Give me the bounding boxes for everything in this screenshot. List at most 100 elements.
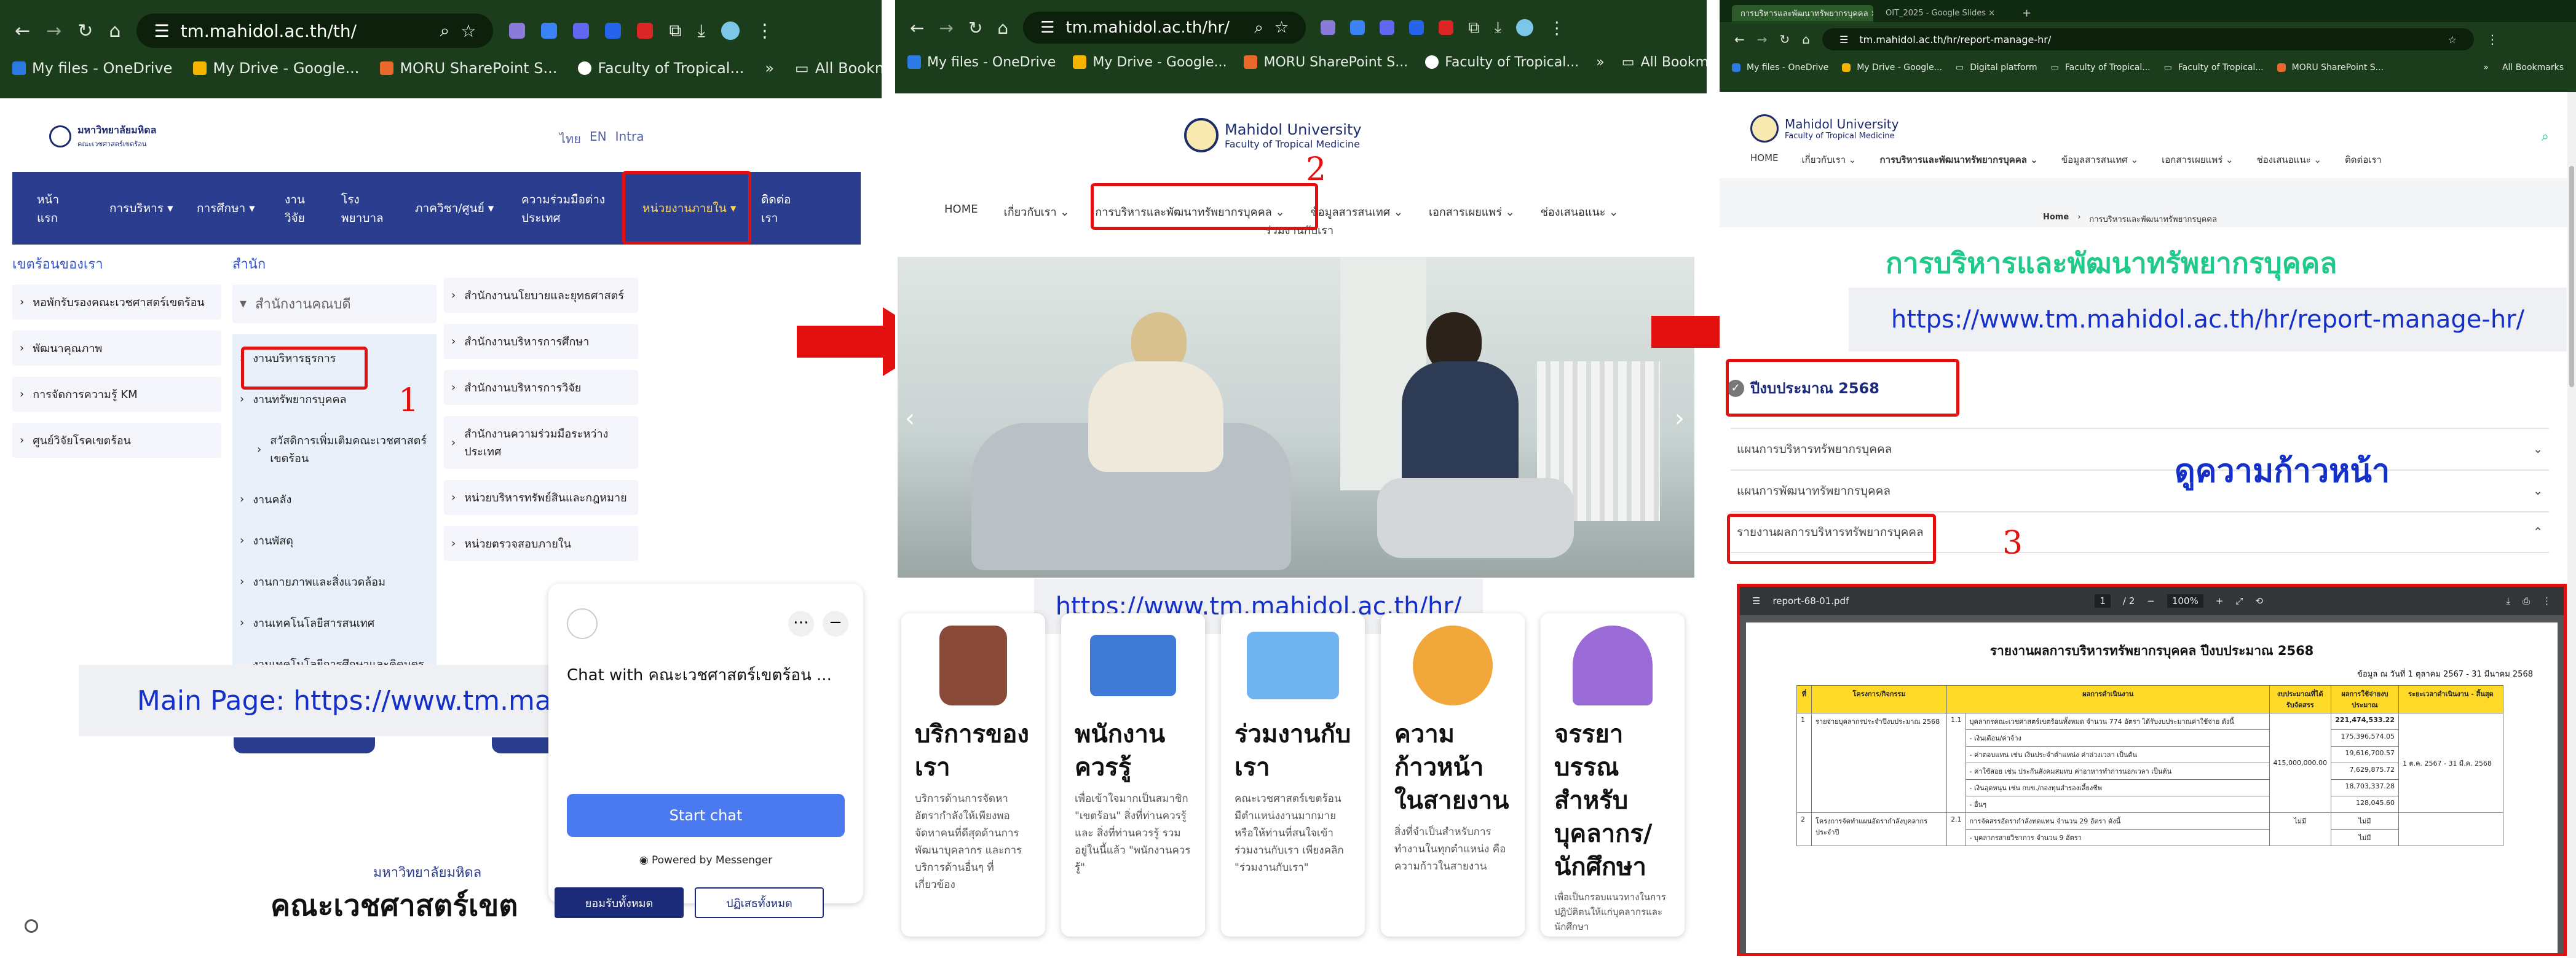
lang-th[interactable]: ไทย (559, 129, 581, 149)
dropdown-item[interactable]: › งานคลัง (232, 482, 437, 517)
download-icon[interactable]: ⤓ (697, 20, 705, 41)
cookie-settings-icon[interactable] (25, 919, 38, 933)
bookmark[interactable]: MORU SharePoint S... (1244, 55, 1408, 70)
more-icon[interactable]: ⋯ (788, 611, 814, 637)
dropdown-item[interactable]: › สำนักงานบริหารการวิจัย (444, 370, 638, 405)
address-bar[interactable]: ☰ tm.mahidol.ac.th/hr/report-manage-hr/ … (1822, 28, 2474, 50)
nav-item-international[interactable]: ความร่วมมือต่างประเทศ (521, 190, 614, 227)
dropdown-item[interactable]: › สวัสดิการเพิ่มเติมคณะเวชศาสตร์เขตร้อน (232, 423, 437, 476)
tab-hr[interactable]: การบริหารและพัฒนาทรัพยากรบุคคล × (1732, 4, 1873, 22)
site-info-icon[interactable]: ☰ (1040, 18, 1054, 37)
search-icon[interactable]: ⌕ (2542, 129, 2549, 144)
dropdown-item[interactable]: › หอพักรับรองคณะเวชศาสตร์เขตร้อน (12, 285, 221, 320)
star-icon[interactable]: ☆ (460, 21, 476, 41)
nav-item-suggestion[interactable]: ช่องเสนอแนะ ⌄ (2257, 152, 2321, 167)
site-info-icon[interactable]: ☰ (1839, 34, 1848, 45)
nav-item-departments[interactable]: ภาควิชา/ศูนย์ ▾ (415, 199, 494, 218)
star-icon[interactable]: ☆ (1274, 18, 1289, 37)
tab-slides[interactable]: OIT_2025 - Google Slides × (1877, 7, 2018, 20)
nav-item-education[interactable]: การศึกษา ▾ (197, 199, 255, 218)
extension-icon[interactable] (509, 23, 526, 39)
home-icon[interactable]: ⌂ (997, 18, 1008, 38)
download-icon[interactable]: ⤓ (2506, 595, 2510, 607)
nav-item-research[interactable]: งานวิจัย (285, 190, 315, 227)
bookmark[interactable]: ▭ Faculty of Tropical... (2051, 63, 2151, 73)
dropdown-item[interactable]: › สำนักงานนโยบายและยุทธศาสตร์ (444, 278, 638, 313)
download-icon[interactable]: ⤓ (1495, 18, 1502, 37)
home-icon[interactable]: ⌂ (1802, 32, 1810, 47)
nav-item-hr-management[interactable]: การบริหารและพัฒนาทรัพยากรบุคคล ⌄ (1880, 152, 2038, 167)
bookmark[interactable]: MORU SharePoint S... (380, 60, 557, 77)
menu-icon[interactable]: ☰ (1752, 595, 1760, 607)
back-icon[interactable]: ← (15, 20, 30, 42)
nav-item-info[interactable]: ข้อมูลสารสนเทศ ⌄ (1311, 203, 1403, 221)
hero-carousel[interactable]: ‹ › (898, 257, 1694, 578)
address-url[interactable]: tm.mahidol.ac.th/hr/ (1066, 18, 1230, 37)
zoom-out-icon[interactable]: − (2147, 595, 2155, 607)
dropdown-item[interactable]: › สำนักงานบริหารการศึกษา (444, 324, 638, 359)
accept-all-button[interactable]: ยอมรับทั้งหมด (555, 887, 684, 918)
dropdown-item[interactable]: › งานกายภาพและสิ่งแวดล้อม (232, 564, 437, 599)
extension-icon[interactable] (1439, 20, 1454, 35)
extension-icon[interactable] (1321, 20, 1336, 35)
dropdown-item[interactable]: › งานพัสดุ (232, 523, 437, 558)
star-icon[interactable]: ☆ (2448, 34, 2457, 45)
bookmark[interactable]: My Drive - Google... (1073, 55, 1227, 70)
address-bar[interactable]: ☰ tm.mahidol.ac.th/hr/ ⌕ ☆ (1023, 12, 1306, 44)
nav-item-home[interactable]: HOME (944, 203, 978, 221)
lang-en[interactable]: EN (590, 129, 607, 149)
reload-icon[interactable]: ↻ (1780, 32, 1790, 47)
accordion-hr-plan[interactable]: แผนการบริหารทรัพยากรบุคคล ⌄ (1731, 428, 2549, 469)
nav-item-documents[interactable]: เอกสารเผยแพร่ ⌄ (2162, 152, 2234, 167)
carousel-next-icon[interactable]: › (1675, 404, 1685, 433)
chevron-right-icon[interactable]: » (1596, 55, 1604, 70)
nav-item-about[interactable]: เกี่ยวกับเรา ⌄ (1802, 152, 1857, 167)
dropdown-item[interactable]: › หน่วยบริหารทรัพย์สินและกฎหมาย (444, 480, 638, 515)
bookmark[interactable]: My Drive - Google... (193, 60, 359, 77)
nav-item-info[interactable]: ข้อมูลสารสนเทศ ⌄ (2061, 152, 2138, 167)
dropdown-item[interactable]: › พัฒนาคุณภาพ (12, 331, 221, 366)
reload-icon[interactable]: ↻ (968, 18, 982, 38)
lang-intra[interactable]: Intra (615, 129, 644, 149)
translate-icon[interactable] (1409, 20, 1424, 35)
forward-icon[interactable]: → (939, 18, 953, 38)
site-info-icon[interactable]: ☰ (154, 21, 169, 41)
back-icon[interactable]: ← (1734, 32, 1745, 47)
more-icon[interactable]: ⋮ (2542, 595, 2551, 607)
bookmark[interactable]: Faculty of Tropical... (578, 60, 744, 77)
extension-icon[interactable] (1380, 20, 1395, 35)
start-chat-button[interactable]: Start chat (567, 794, 845, 837)
bookmark[interactable]: My Drive - Google... (1842, 63, 1942, 73)
profile-avatar[interactable] (721, 22, 740, 40)
home-icon[interactable]: ⌂ (109, 20, 121, 42)
reject-all-button[interactable]: ปฏิเสธทั้งหมด (695, 887, 824, 918)
all-bookmarks[interactable]: ▭ All Bookmarks (795, 60, 882, 77)
dropdown-item[interactable]: › ศูนย์วิจัยโรคเขตร้อน (12, 423, 221, 458)
chevron-right-icon[interactable]: » (2483, 63, 2489, 73)
nav-item-documents[interactable]: เอกสารเผยแพร่ ⌄ (1429, 203, 1515, 221)
dropdown-item[interactable]: › การจัดการความรู้ KM (12, 377, 221, 412)
zoom-icon[interactable]: ⌕ (1254, 18, 1263, 37)
puzzle-icon[interactable]: ⧉ (669, 20, 681, 41)
dropdown-item[interactable]: › สำนักงานความร่วมมือระหว่างประเทศ (444, 416, 638, 469)
nav-item-hospital[interactable]: โรงพยาบาล (341, 190, 390, 227)
extension-icon[interactable] (1350, 20, 1365, 35)
extension-icon[interactable] (573, 23, 590, 39)
address-url[interactable]: tm.mahidol.ac.th/hr/report-manage-hr/ (1859, 34, 2051, 45)
nav-item-home[interactable]: HOME (1750, 152, 1779, 167)
nav-item-contact[interactable]: ติดต่อเรา (761, 190, 798, 227)
scrollbar-thumb[interactable] (2569, 166, 2574, 387)
forward-icon[interactable]: → (1757, 32, 1768, 47)
scrollbar[interactable] (2567, 92, 2576, 958)
address-url[interactable]: tm.mahidol.ac.th/th/ (181, 21, 357, 41)
nav-item-home[interactable]: หน้าแรก (37, 190, 74, 227)
menu-icon[interactable]: ⋮ (1548, 18, 1565, 38)
nav-item-suggestion[interactable]: ช่องเสนอแนะ ⌄ (1541, 203, 1618, 221)
service-card[interactable]: พนักงานควรรู้ เพื่อเข้าใจมากเป็นสมาชิก "… (1061, 613, 1205, 936)
extension-icon[interactable] (541, 23, 558, 39)
nav-item-contact[interactable]: ติดต่อเรา (2345, 152, 2382, 167)
pdf-zoom-input[interactable]: 100% (2167, 594, 2203, 608)
site-logo[interactable]: มหาวิทยาลัยมหิดล คณะเวชศาสตร์เขตร้อน (49, 123, 156, 149)
profile-avatar[interactable] (1516, 19, 1534, 36)
translate-icon[interactable] (605, 23, 622, 39)
